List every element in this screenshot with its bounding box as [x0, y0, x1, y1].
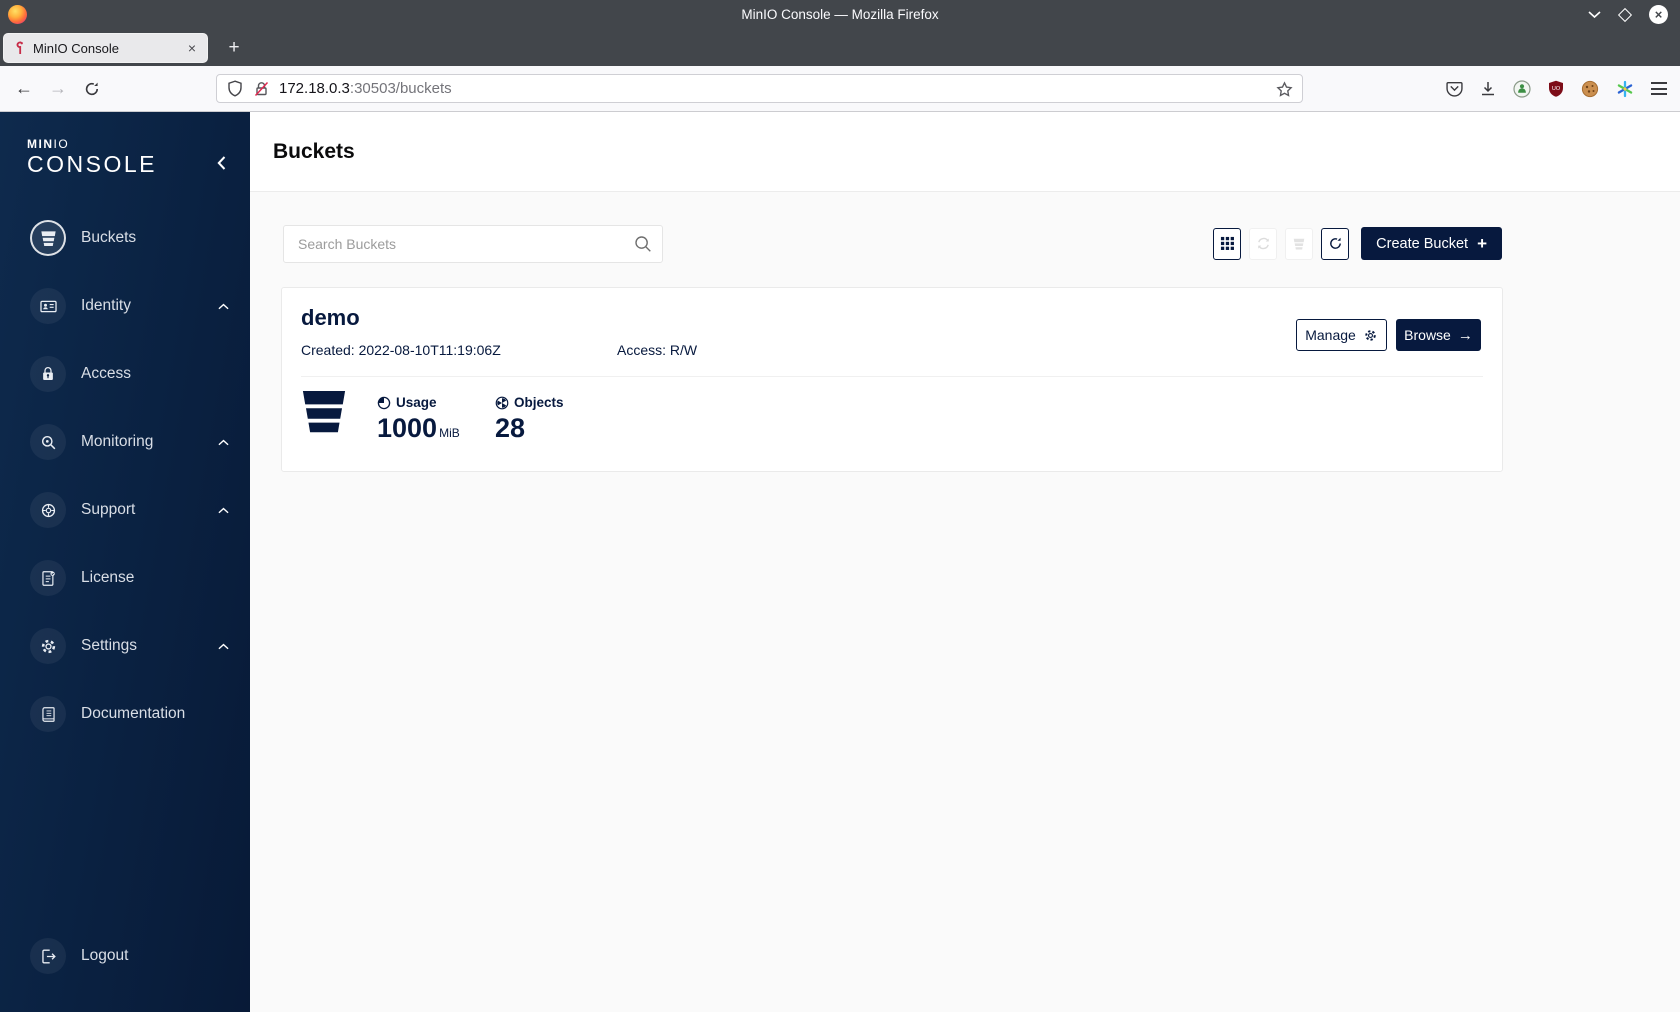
sidebar-item-monitoring[interactable]: Monitoring: [0, 408, 250, 476]
objects-value: 28: [495, 413, 526, 443]
url-text: 172.18.0.3:30503/buckets: [279, 80, 452, 97]
bucket-created: Created: 2022-08-10T11:19:06Z: [301, 342, 501, 358]
search-buckets-box: [283, 225, 663, 263]
url-bar[interactable]: 172.18.0.3:30503/buckets: [216, 74, 1303, 103]
buckets-content: Create Bucket+ demo Created: 2022-08-10T…: [250, 192, 1680, 1012]
pocket-icon[interactable]: [1446, 80, 1463, 97]
sidebar-item-documentation[interactable]: Documentation: [0, 680, 250, 748]
shield-icon[interactable]: [227, 80, 243, 97]
set-replication-button: [1249, 227, 1278, 260]
bucket-icon: [302, 391, 346, 433]
downloads-icon[interactable]: [1480, 81, 1496, 97]
sidebar-item-license[interactable]: License: [0, 544, 250, 612]
sidebar-menu: Buckets Identity Access Monitoring Suppo…: [0, 204, 250, 748]
reload-button[interactable]: [76, 66, 108, 111]
chevron-up-icon: [218, 433, 229, 451]
browser-tab-minio-console[interactable]: MinIO Console ×: [3, 33, 208, 63]
menu-hamburger-icon[interactable]: [1651, 82, 1667, 95]
sidebar: MINIO CONSOLE Buckets Identity Access Mo…: [0, 112, 250, 1012]
objects-icon: [495, 396, 509, 409]
tab-close-icon[interactable]: ×: [186, 40, 198, 56]
connection-not-secure-lock-icon[interactable]: [254, 81, 269, 97]
delete-buckets-button: [1285, 227, 1314, 260]
search-buckets-input[interactable]: [283, 225, 663, 263]
manage-button[interactable]: Manage: [1296, 319, 1387, 351]
sidebar-item-label: Settings: [81, 637, 138, 654]
sidebar-item-label: License: [81, 569, 135, 586]
minio-favicon-icon: [16, 41, 23, 54]
minio-console-logo: MINIO CONSOLE: [27, 137, 157, 177]
browse-button[interactable]: Browse →: [1396, 319, 1481, 351]
browser-toolbar: ← → 172.18.0.3:30503/buckets UO: [0, 66, 1680, 112]
support-icon: [30, 492, 66, 528]
sidebar-item-label: Buckets: [81, 229, 137, 246]
bucket-access: Access: R/W: [617, 342, 698, 358]
sidebar-collapse-button[interactable]: [217, 156, 226, 175]
sidebar-item-support[interactable]: Support: [0, 476, 250, 544]
create-bucket-button[interactable]: Create Bucket +: [1361, 227, 1502, 260]
ublock-origin-icon[interactable]: UO: [1548, 80, 1564, 97]
window-title: MinIO Console — Mozilla Firefox: [741, 7, 939, 22]
window-minimize-button[interactable]: [1588, 10, 1601, 19]
usage-pie-icon: [377, 396, 391, 409]
sidebar-item-buckets[interactable]: Buckets: [0, 204, 250, 272]
cookie-extension-icon[interactable]: [1581, 80, 1599, 98]
chevron-up-icon: [218, 637, 229, 655]
search-icon: [634, 235, 652, 258]
bucket-metrics: Usage 1000 MiB Objects 28: [301, 389, 564, 444]
gear-icon: [30, 628, 66, 664]
plus-icon: +: [1477, 233, 1487, 253]
screen: MinIO Console — Mozilla Firefox × MinIO …: [0, 0, 1680, 1012]
logout-icon: [30, 938, 66, 974]
window-close-button[interactable]: ×: [1649, 5, 1668, 24]
sidebar-item-label: Documentation: [81, 705, 186, 722]
grid-view-button[interactable]: [1213, 227, 1242, 260]
window-maximize-button[interactable]: [1617, 7, 1633, 22]
sidebar-item-logout[interactable]: Logout: [0, 922, 250, 990]
objects-label: Objects: [514, 395, 564, 410]
bucket-name[interactable]: demo: [301, 305, 360, 331]
firefox-logo-icon: [8, 5, 27, 24]
buckets-icon: [30, 220, 66, 256]
card-divider: [301, 376, 1483, 377]
sidebar-item-label: Monitoring: [81, 433, 154, 450]
forward-button: →: [49, 78, 67, 98]
usage-label: Usage: [396, 395, 437, 410]
sidebar-item-access[interactable]: Access: [0, 340, 250, 408]
lock-icon: [30, 356, 66, 392]
sidebar-item-label: Identity: [81, 297, 131, 314]
buckets-toolbar: Create Bucket +: [1213, 227, 1502, 260]
magnifier-icon: [30, 424, 66, 460]
chevron-up-icon: [218, 501, 229, 519]
identity-card-icon: [30, 288, 66, 324]
sidebar-item-label: Support: [81, 501, 136, 518]
documentation-book-icon: [30, 696, 66, 732]
bucket-card-demo: demo Created: 2022-08-10T11:19:06Z Acces…: [281, 287, 1503, 472]
refresh-button[interactable]: [1321, 227, 1350, 260]
window-titlebar: MinIO Console — Mozilla Firefox ×: [0, 0, 1680, 29]
svg-text:UO: UO: [1552, 86, 1561, 92]
tab-bar: MinIO Console × +: [0, 29, 1680, 66]
page-title: Buckets: [273, 139, 355, 163]
back-button[interactable]: ←: [8, 66, 40, 111]
tab-title: MinIO Console: [33, 40, 119, 56]
usage-value: 1000 MiB: [377, 413, 460, 443]
arrow-right-icon: →: [1457, 326, 1473, 344]
sidebar-item-settings[interactable]: Settings: [0, 612, 250, 680]
license-document-icon: [30, 560, 66, 596]
page-header: Buckets: [250, 112, 1680, 192]
bookmark-star-icon[interactable]: [1276, 81, 1293, 103]
chevron-up-icon: [218, 297, 229, 315]
extension-green-icon[interactable]: [1513, 79, 1531, 98]
sidebar-item-label: Access: [81, 365, 131, 382]
new-tab-button[interactable]: +: [220, 33, 248, 63]
sidebar-item-identity[interactable]: Identity: [0, 272, 250, 340]
gear-icon: [1365, 329, 1376, 341]
extension-asterisk-icon[interactable]: [1616, 80, 1634, 98]
sidebar-item-label: Logout: [81, 947, 129, 964]
